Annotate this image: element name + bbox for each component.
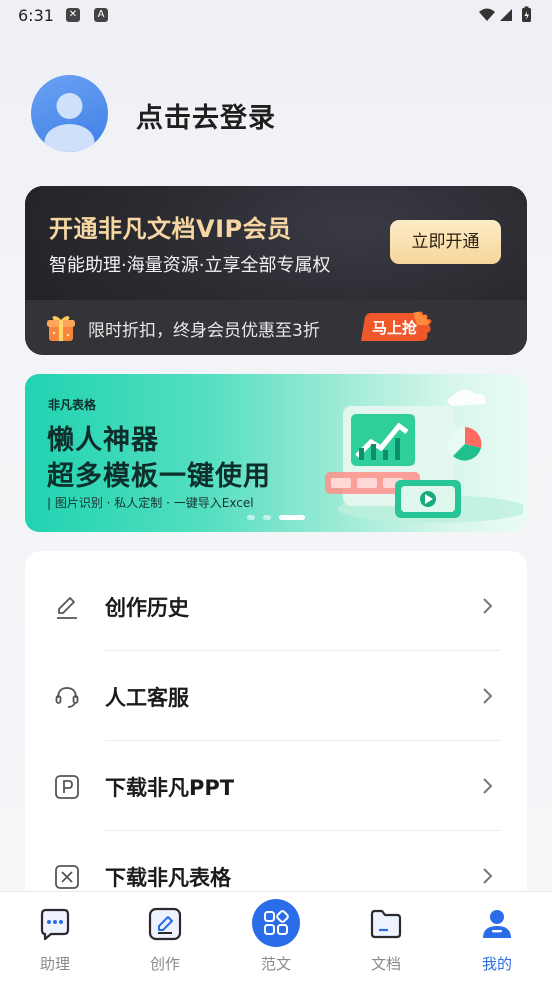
menu-item-label: 下载非凡表格	[105, 866, 231, 890]
nav-templates[interactable]: 范文	[221, 892, 331, 983]
user-icon	[483, 910, 511, 938]
nav-label: 创作	[149, 955, 180, 973]
ppt-icon	[55, 775, 79, 799]
nav-label: 文档	[370, 955, 401, 973]
nav-assistant[interactable]: 助理	[0, 892, 110, 983]
promo-text: 限时折扣，终身会员优惠至3折	[88, 321, 320, 341]
grid-icon	[252, 899, 300, 947]
gift-icon	[47, 316, 75, 341]
edit-icon	[148, 907, 182, 941]
grab-deal-button[interactable]: 马上抢	[357, 311, 435, 343]
nav-create[interactable]: 创作	[110, 892, 220, 983]
nav-label: 我的	[481, 955, 512, 973]
chevron-right-icon	[483, 598, 493, 614]
chevron-right-icon	[483, 688, 493, 704]
chevron-right-icon	[483, 778, 493, 794]
system-indicators	[479, 6, 531, 22]
notification-a-icon: A	[94, 8, 108, 22]
chevron-right-icon	[483, 868, 493, 884]
banner-headline-1: 懒人神器	[47, 425, 159, 456]
default-user-icon	[44, 93, 95, 152]
nav-documents[interactable]: 文档	[331, 892, 441, 983]
headset-icon	[55, 687, 79, 708]
status-time: 6:31	[18, 6, 54, 25]
vip-title: 开通非凡文档VIP会员	[49, 215, 292, 243]
carousel-dot[interactable]	[263, 515, 271, 520]
spreadsheet-illustration	[325, 389, 523, 523]
carousel-dot-active[interactable]	[279, 515, 305, 520]
sheet-icon	[55, 865, 79, 889]
banner-brand: 非凡表格	[48, 398, 97, 412]
vip-subtitle: 智能助理·海量资源·立享全部专属权	[49, 255, 331, 276]
banner-headline-2: 超多模板一键使用	[47, 461, 271, 492]
pencil-icon	[57, 597, 77, 619]
vip-card[interactable]: 开通非凡文档VIP会员 智能助理·海量资源·立享全部专属权 立即开通 限时折扣，…	[25, 186, 527, 355]
avatar[interactable]	[31, 75, 108, 152]
bottom-nav: 助理 创作 范文 文档 我的	[0, 891, 552, 983]
menu-item-label: 创作历史	[105, 596, 189, 620]
vip-promo-bar[interactable]: 限时折扣，终身会员优惠至3折 马上抢	[25, 300, 527, 355]
grab-deal-label: 马上抢	[372, 319, 418, 337]
menu-item-label: 人工客服	[105, 686, 189, 710]
signal-icon	[500, 9, 512, 21]
menu-item-label: 下载非凡PPT	[105, 776, 235, 800]
menu-item-download-ppt[interactable]: 下载非凡PPT	[25, 741, 527, 831]
menu-item-creation-history[interactable]: 创作历史	[25, 561, 527, 651]
nav-mine[interactable]: 我的	[442, 892, 552, 983]
carousel-dot[interactable]	[247, 515, 255, 520]
menu-item-customer-service[interactable]: 人工客服	[25, 651, 527, 741]
chat-bubble-icon	[40, 908, 70, 941]
status-bar: 6:31 ✕ A	[0, 0, 552, 32]
login-prompt[interactable]: 点击去登录	[136, 96, 276, 135]
notification-x-icon: ✕	[66, 8, 80, 22]
nav-label: 范文	[260, 955, 291, 973]
banner-tagline: | 图片识别 · 私人定制 · 一键导入Excel	[47, 496, 254, 510]
folder-icon	[370, 909, 402, 939]
vip-open-button[interactable]: 立即开通	[390, 220, 501, 264]
nav-label: 助理	[39, 955, 70, 973]
vip-card-header: 开通非凡文档VIP会员 智能助理·海量资源·立享全部专属权 立即开通	[25, 186, 527, 300]
promo-banner[interactable]: 非凡表格 懒人神器 超多模板一键使用 | 图片识别 · 私人定制 · 一键导入E…	[25, 374, 527, 532]
wifi-icon	[479, 8, 495, 21]
